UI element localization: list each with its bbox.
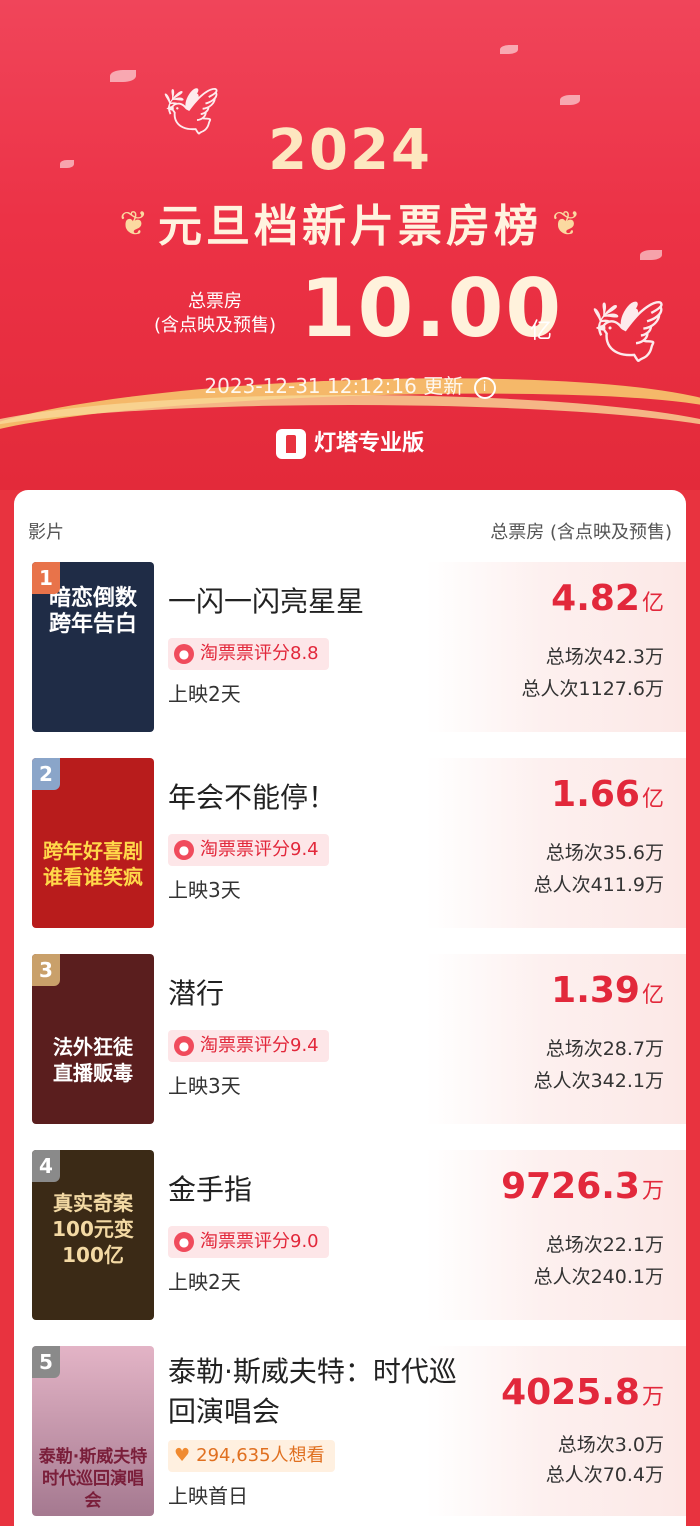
movie-row[interactable]: 跨年好喜剧 谁看谁笑疯 2 年会不能停！ ● 淘票票评分9.4 上映3天 1.66亿…	[14, 758, 686, 928]
release-days: 上映2天	[168, 1270, 241, 1294]
box-office-value: 1.39亿	[551, 970, 664, 1011]
release-days: 上映首日	[168, 1484, 248, 1508]
total-viewers: 总人次342.1万	[533, 1070, 664, 1092]
rating-text: 淘票票评分8.8	[200, 643, 319, 664]
page-title-row: ❦ 元旦档新片票房榜 ❦	[0, 190, 700, 254]
want-to-see-text: 294,635人想看	[196, 1445, 325, 1466]
box-office-unit: 万	[641, 1179, 664, 1204]
update-label: 更新	[423, 374, 464, 398]
total-box-office: 10.00	[300, 262, 564, 355]
taopiaopiao-icon: ●	[174, 840, 194, 860]
header-year: 2024	[268, 118, 432, 183]
taopiaopiao-icon: ●	[174, 1036, 194, 1056]
box-office-number: 9726.3	[501, 1166, 640, 1207]
taopiaopiao-icon: ●	[174, 644, 194, 664]
petal-decoration	[110, 70, 136, 82]
box-office-unit: 万	[641, 1385, 664, 1410]
movie-poster[interactable]: 暗恋倒数 跨年告白 1	[32, 562, 154, 732]
rating-badge: ● 淘票票评分9.4	[168, 834, 329, 866]
poster-caption: 跨年好喜剧 谁看谁笑疯	[43, 839, 143, 889]
petal-decoration	[500, 45, 518, 54]
movie-title[interactable]: 一闪一闪亮星星	[168, 582, 468, 622]
hero-banner: 🕊 🕊 2024 ❦ 元旦档新片票房榜 ❦ 总票房 (含点映及预售) 10.00 亿…	[0, 0, 700, 490]
movie-title[interactable]: 潜行	[168, 974, 468, 1014]
box-office-value: 4025.8万	[501, 1372, 664, 1413]
poster-caption: 真实奇案 100元变100亿	[52, 1191, 134, 1267]
movie-row[interactable]: 泰勒·斯威夫特 时代巡回演唱会 5 泰勒·斯威夫特：时代巡回演唱会 ♥ 294,63…	[14, 1346, 686, 1516]
movie-row[interactable]: 真实奇案 100元变100亿 4 金手指 ● 淘票票评分9.0 上映2天 9726.…	[14, 1150, 686, 1320]
update-time: 2023-12-31 12:12:16 更新 i	[0, 370, 700, 399]
rating-badge: ● 淘票票评分9.0	[168, 1226, 329, 1258]
rating-badge: ● 淘票票评分9.4	[168, 1030, 329, 1062]
rating-text: 淘票票评分9.0	[200, 1231, 319, 1252]
box-office-unit: 亿	[641, 983, 664, 1008]
brand: 灯塔专业版	[0, 425, 700, 459]
laurel-right-icon: ❦	[552, 204, 581, 244]
poster-caption: 泰勒·斯威夫特 时代巡回演唱会	[38, 1447, 148, 1511]
rank-badge: 5	[32, 1346, 60, 1378]
movie-poster[interactable]: 泰勒·斯威夫特 时代巡回演唱会 5	[32, 1346, 154, 1516]
column-header-movie: 影片	[28, 522, 64, 543]
total-shows: 总场次28.7万	[545, 1038, 664, 1060]
movie-title[interactable]: 金手指	[168, 1170, 468, 1210]
box-office-number: 1.39	[551, 970, 640, 1011]
rank-badge: 4	[32, 1150, 60, 1182]
total-shows: 总场次35.6万	[545, 842, 664, 864]
total-label-line1: 总票房	[188, 291, 242, 312]
total-label: 总票房 (含点映及预售)	[150, 290, 280, 338]
page-title: 元旦档新片票房榜	[158, 201, 542, 252]
box-office-number: 1.66	[551, 774, 640, 815]
rank-badge: 1	[32, 562, 60, 594]
release-days: 上映3天	[168, 1074, 241, 1098]
ranking-card: 影片 总票房 (含点映及预售) 暗恋倒数 跨年告白 1 一闪一闪亮星星 ● 淘票票评…	[14, 490, 686, 1526]
total-viewers: 总人次70.4万	[545, 1464, 664, 1486]
movie-poster[interactable]: 跨年好喜剧 谁看谁笑疯 2	[32, 758, 154, 928]
total-shows: 总场次42.3万	[545, 646, 664, 668]
taopiaopiao-icon: ●	[174, 1232, 194, 1252]
petal-decoration	[560, 95, 580, 105]
heart-icon: ♥	[174, 1445, 191, 1466]
laurel-left-icon: ❦	[119, 204, 149, 244]
update-timestamp: 2023-12-31 12:12:16	[204, 374, 417, 398]
movie-row[interactable]: 暗恋倒数 跨年告白 1 一闪一闪亮星星 ● 淘票票评分8.8 上映2天 4.82亿 …	[14, 562, 686, 732]
release-days: 上映3天	[168, 878, 241, 902]
rating-text: 淘票票评分9.4	[200, 839, 319, 860]
box-office-value: 1.66亿	[551, 774, 664, 815]
movie-title[interactable]: 年会不能停！	[168, 778, 468, 818]
rank-badge: 3	[32, 954, 60, 986]
dove-icon: 🕊	[590, 297, 667, 367]
box-office-unit: 亿	[641, 787, 664, 812]
rating-text: 淘票票评分9.4	[200, 1035, 319, 1056]
total-viewers: 总人次240.1万	[533, 1266, 664, 1288]
column-header-box-office: 总票房 (含点映及预售)	[490, 522, 672, 543]
movie-poster[interactable]: 真实奇案 100元变100亿 4	[32, 1150, 154, 1320]
total-unit: 亿	[530, 319, 553, 344]
want-to-see-badge: ♥ 294,635人想看	[168, 1440, 335, 1472]
total-shows: 总场次3.0万	[557, 1434, 664, 1456]
info-icon[interactable]: i	[473, 376, 496, 399]
box-office-value: 4.82亿	[551, 578, 664, 619]
rank-badge: 2	[32, 758, 60, 790]
box-office-number: 4025.8	[501, 1372, 640, 1413]
total-shows: 总场次22.1万	[545, 1234, 664, 1256]
lighthouse-logo-icon	[275, 429, 306, 459]
movie-title[interactable]: 泰勒·斯威夫特：时代巡回演唱会	[168, 1352, 468, 1432]
total-viewers: 总人次1127.6万	[521, 678, 664, 700]
box-office-value: 9726.3万	[501, 1166, 664, 1207]
movie-poster[interactable]: 法外狂徒 直播贩毒 3	[32, 954, 154, 1124]
movie-row[interactable]: 法外狂徒 直播贩毒 3 潜行 ● 淘票票评分9.4 上映3天 1.39亿 总场次28…	[14, 954, 686, 1124]
rating-badge: ● 淘票票评分8.8	[168, 638, 329, 670]
release-days: 上映2天	[168, 682, 241, 706]
total-viewers: 总人次411.9万	[533, 874, 664, 896]
box-office-number: 4.82	[551, 578, 640, 619]
brand-name: 灯塔专业版	[313, 431, 424, 456]
poster-caption: 法外狂徒 直播贩毒	[53, 1035, 133, 1085]
total-label-line2: (含点映及预售)	[153, 315, 277, 336]
box-office-unit: 亿	[641, 591, 664, 616]
